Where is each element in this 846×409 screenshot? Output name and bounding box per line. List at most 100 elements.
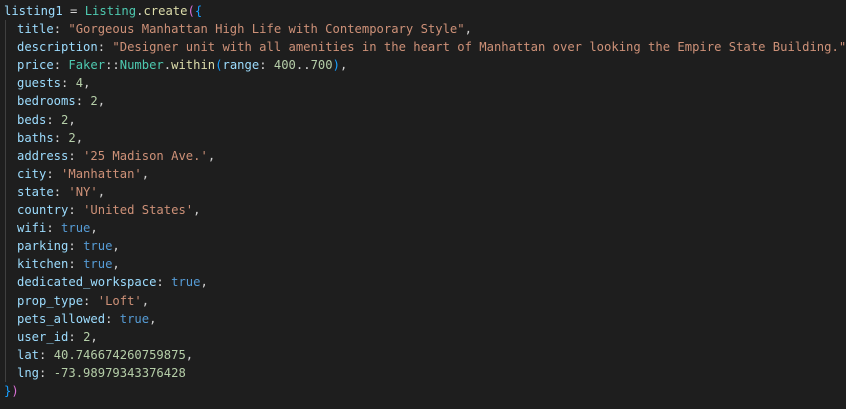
code-body: title: "Gorgeous Manhattan High Life wit… xyxy=(0,20,846,382)
code-line: city: 'Manhattan', xyxy=(0,164,846,183)
indent-guide xyxy=(5,327,6,346)
comma: , xyxy=(339,58,348,73)
property-key: wifi xyxy=(17,221,47,236)
indent-guide xyxy=(5,291,6,310)
property-value: 2 xyxy=(68,130,76,145)
indent-guide xyxy=(5,255,6,274)
indent-guide xyxy=(5,74,6,93)
property-key: lat xyxy=(17,347,40,362)
range-start: 400 xyxy=(273,58,296,73)
code-line: wifi: true, xyxy=(0,219,846,238)
colon: : xyxy=(46,166,62,181)
indent-guide xyxy=(5,20,6,39)
property-value: true xyxy=(171,275,201,290)
comma: , xyxy=(97,94,106,109)
indent-guide xyxy=(5,345,6,364)
colon: : xyxy=(61,76,76,91)
colon: : xyxy=(68,257,84,272)
property-value: true xyxy=(83,257,113,272)
comma: , xyxy=(207,148,216,163)
colon: : xyxy=(259,58,274,73)
code-line-footer: }) xyxy=(0,382,846,400)
property-key: pets_allowed xyxy=(17,311,106,326)
property-key: description xyxy=(17,40,98,55)
range-operator: .. xyxy=(295,58,311,73)
colon: : xyxy=(156,275,172,290)
property-key: parking xyxy=(17,239,69,254)
indent-guide xyxy=(5,182,6,202)
code-line-header: listing1 = Listing.create({ xyxy=(0,2,846,20)
close-paren: ) xyxy=(11,383,19,398)
code-line: parking: true, xyxy=(0,237,846,256)
comma: , xyxy=(464,22,472,37)
comma: , xyxy=(90,329,98,344)
indent-guide xyxy=(5,363,6,382)
property-value: "Designer unit with all amenities in the… xyxy=(112,40,846,55)
property-key: price xyxy=(17,58,54,73)
method-name: create xyxy=(143,4,188,18)
code-editor[interactable]: listing1 = Listing.create({ title: "Gorg… xyxy=(0,0,846,409)
colon: : xyxy=(53,130,69,145)
colon: : xyxy=(46,221,62,236)
property-value: 2 xyxy=(90,94,98,109)
code-line: state: 'NY', xyxy=(0,182,846,202)
comma: , xyxy=(97,184,106,199)
class-name: Listing xyxy=(84,4,137,18)
comma: , xyxy=(90,221,98,236)
colon: : xyxy=(105,311,120,326)
indent-guide xyxy=(5,201,6,220)
code-line: bedrooms: 2, xyxy=(0,92,846,111)
code-line: address: '25 Madison Ave.', xyxy=(0,146,846,165)
indent-guide xyxy=(5,219,6,238)
property-key: prop_type xyxy=(17,293,84,308)
comma: , xyxy=(200,275,208,290)
code-line: pets_allowed: true, xyxy=(0,309,846,328)
colon: : xyxy=(83,293,98,308)
faker-class: Number xyxy=(119,58,164,73)
indent-guide xyxy=(5,237,6,256)
property-key: country xyxy=(17,203,69,218)
code-line: prop_type: 'Loft', xyxy=(0,291,846,310)
code-line: lng: -73.98979343376428 xyxy=(0,363,846,382)
code-line: kitchen: true, xyxy=(0,255,846,274)
property-key: title xyxy=(17,22,54,37)
indent-guide xyxy=(5,309,6,328)
range-end: 700 xyxy=(310,58,333,73)
property-key: beds xyxy=(17,112,47,127)
comma: , xyxy=(75,130,84,145)
colon: : xyxy=(53,22,69,37)
property-key: user_id xyxy=(17,329,69,344)
property-key: state xyxy=(17,184,54,199)
scope-operator: :: xyxy=(105,58,120,73)
code-line: guests: 4, xyxy=(0,74,846,93)
code-line: title: "Gorgeous Manhattan High Life wit… xyxy=(0,20,846,39)
property-key: lng xyxy=(17,365,40,380)
indent-guide xyxy=(5,92,6,111)
colon: : xyxy=(39,347,54,362)
comma: , xyxy=(112,257,120,272)
indent-guide xyxy=(5,128,6,147)
colon: : xyxy=(75,94,91,109)
code-line: beds: 2, xyxy=(0,110,846,129)
property-value: -73.98979343376428 xyxy=(53,365,186,380)
property-value: 'Manhattan' xyxy=(61,166,142,181)
indent-guide xyxy=(5,273,6,292)
colon: : xyxy=(68,148,84,163)
faker-arg-key: range xyxy=(222,58,260,73)
indent-guide xyxy=(5,146,6,165)
code-line: user_id: 2, xyxy=(0,327,846,346)
colon: : xyxy=(46,112,62,127)
property-value: 'NY' xyxy=(68,184,98,199)
colon: : xyxy=(39,365,54,380)
open-brace: { xyxy=(194,4,203,18)
comma: , xyxy=(141,293,150,308)
faker-open-paren: ( xyxy=(215,58,223,73)
property-key: city xyxy=(17,166,47,181)
property-key: guests xyxy=(17,76,62,91)
colon: : xyxy=(68,203,84,218)
colon: : xyxy=(97,40,113,55)
property-value: 40.746674260759875 xyxy=(53,347,186,362)
property-value: 4 xyxy=(75,76,84,91)
comma: , xyxy=(193,203,201,218)
faker-module: Faker xyxy=(68,58,106,73)
